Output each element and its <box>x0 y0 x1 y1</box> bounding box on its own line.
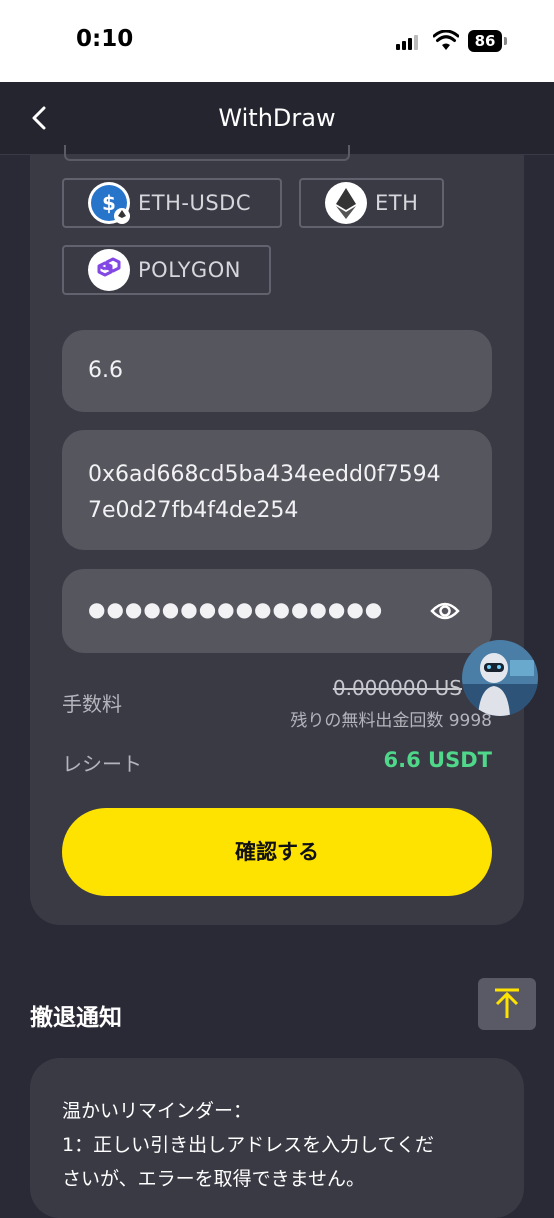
scroll-to-top-button[interactable] <box>478 978 536 1030</box>
svg-text:$: $ <box>102 191 116 215</box>
battery-tip <box>504 37 507 45</box>
page-title: WithDraw <box>218 104 336 132</box>
free-withdraw-count: 残りの無料出金回数 9998 <box>290 711 492 731</box>
receipt-label: レシート <box>62 752 142 776</box>
notice-line-2: 1：正しい引き出しアドレスを入力してくだ <box>62 1134 434 1156</box>
fee-label: 手数料 <box>62 692 122 716</box>
arrow-up-icon <box>495 988 519 1018</box>
notice-line-3: さいが、エラーを取得できません。 <box>62 1168 366 1190</box>
signal-icon <box>396 34 422 50</box>
password-input[interactable]: ●●●●●●●●●●●●●●●● <box>62 569 492 653</box>
network-label: ETH <box>375 191 419 215</box>
address-line-1: 0x6ad668cd5ba434eedd0f7594 <box>88 462 441 487</box>
network-chip-partial[interactable] <box>64 145 350 161</box>
network-chip-eth[interactable]: ETH <box>299 178 444 228</box>
eye-icon[interactable] <box>430 599 460 623</box>
status-time: 0:10 <box>76 26 134 52</box>
wifi-icon <box>433 30 459 50</box>
notice-title: 撤退通知 <box>30 1005 122 1031</box>
network-chip-polygon[interactable]: POLYGON <box>62 245 271 295</box>
amount-value: 6.6 <box>88 358 123 383</box>
battery-icon: 86 <box>468 30 502 52</box>
usdc-eth-icon: $ <box>88 182 130 224</box>
notice-line-1: 温かいリマインダー： <box>62 1100 253 1122</box>
network-label: POLYGON <box>138 258 241 282</box>
fee-value: 0.000000 US <box>332 676 462 700</box>
eth-icon <box>325 182 367 224</box>
password-mask: ●●●●●●●●●●●●●●●● <box>88 597 384 621</box>
receipt-value: 6.6 USDT <box>383 748 492 772</box>
support-avatar[interactable] <box>462 640 538 716</box>
address-line-2: 7e0d27fb4f4de254 <box>88 498 299 523</box>
status-bar: 0:10 86 <box>0 0 554 82</box>
network-label: ETH-USDC <box>138 191 251 215</box>
address-input[interactable]: 0x6ad668cd5ba434eedd0f7594 7e0d27fb4f4de… <box>62 430 492 550</box>
confirm-button[interactable]: 確認する <box>62 808 492 896</box>
amount-input[interactable]: 6.6 <box>62 330 492 412</box>
polygon-icon <box>88 249 130 291</box>
network-chip-eth-usdc[interactable]: $ ETH-USDC <box>62 178 282 228</box>
